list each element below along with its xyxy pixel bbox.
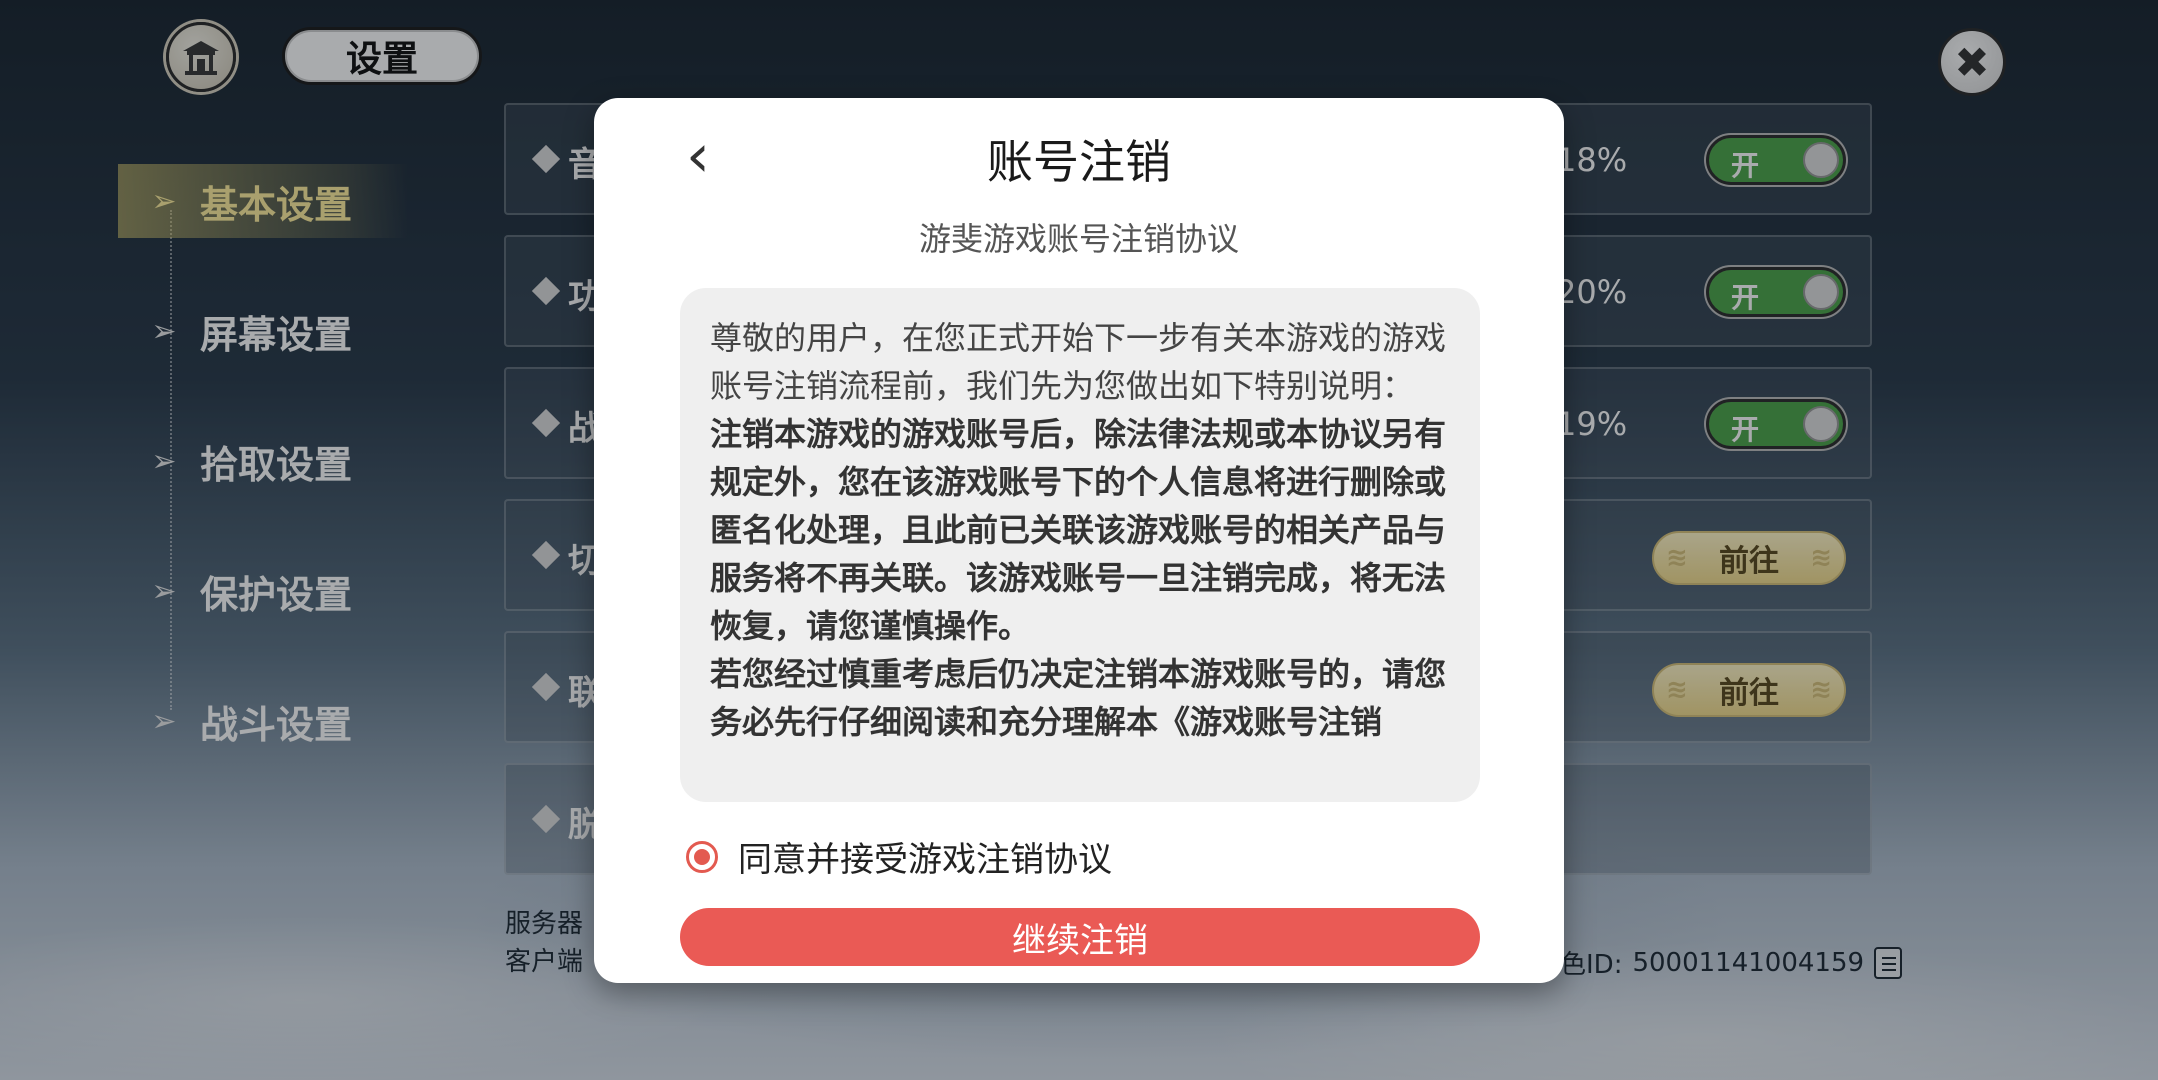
radio-dot: [694, 848, 710, 865]
agreement-intro: 尊敬的用户，在您正式开始下一步有关本游戏的游戏账号注销流程前，我们先为您做出如下…: [710, 319, 1447, 405]
agree-radio[interactable]: [686, 840, 718, 873]
dialog-subtitle: 游斐游戏账号注销协议: [918, 220, 1239, 258]
agreement-bold-1: 注销本游戏的游戏账号后，除法律法规或本协议另有规定外，您在该游戏账号下的个人信息…: [710, 415, 1447, 645]
account-deletion-dialog: ‹ 账号注销 游斐游戏账号注销协议 尊敬的用户，在您正式开始下一步有关本游戏的游…: [594, 98, 1564, 983]
agreement-bold-2: 若您经过慎重考虑后仍决定注销本游戏账号的，请您务必先行仔细阅读和充分理解本《游戏…: [710, 655, 1447, 741]
agree-checkbox-row[interactable]: 同意并接受游戏注销协议: [686, 832, 1112, 881]
continue-deletion-button[interactable]: 继续注销: [680, 908, 1480, 966]
agreement-text-box[interactable]: 尊敬的用户，在您正式开始下一步有关本游戏的游戏账号注销流程前，我们先为您做出如下…: [680, 288, 1480, 802]
dialog-title: 账号注销: [987, 135, 1171, 189]
continue-button-label: 继续注销: [1012, 920, 1148, 961]
agree-label: 同意并接受游戏注销协议: [738, 840, 1112, 880]
